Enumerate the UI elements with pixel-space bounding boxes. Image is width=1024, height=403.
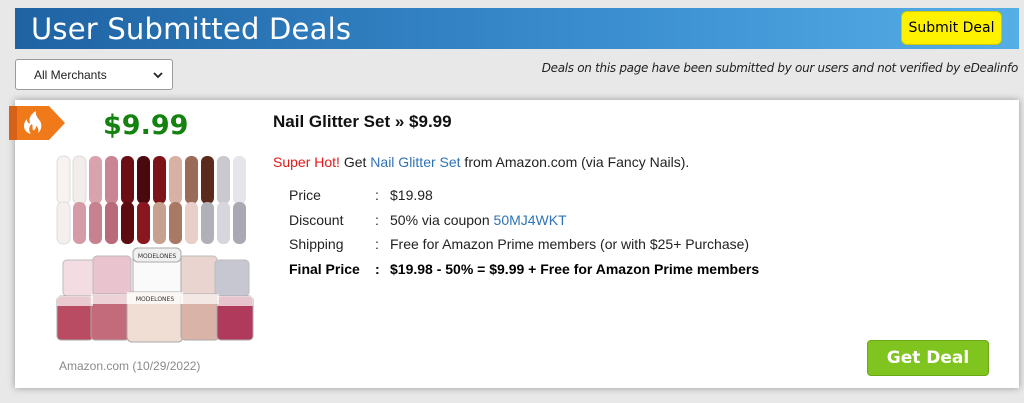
separator: :: [375, 260, 380, 277]
deal-card: $9.99 MODELONES MODELONES Amazon.com (10…: [9, 100, 1019, 388]
submit-deal-button[interactable]: Submit Deal: [901, 11, 1002, 45]
shipping-label: Shipping: [289, 236, 344, 252]
header-banner: User Submitted Deals Submit Deal: [15, 8, 1019, 49]
chevron-down-icon: [153, 72, 163, 79]
discount-value: 50% via coupon 50MJ4WKT: [390, 212, 567, 228]
separator: :: [375, 211, 379, 228]
final-price-label: Final Price: [289, 260, 360, 277]
flame-icon: [9, 106, 65, 140]
product-brand-label-2: MODELONES: [136, 296, 174, 303]
desc-rest-text: from Amazon.com (via Fancy Nails).: [460, 154, 690, 170]
deal-title[interactable]: Nail Glitter Set » $9.99: [273, 112, 452, 132]
store-date: Amazon.com (10/29/2022): [59, 359, 201, 373]
get-deal-button[interactable]: Get Deal: [867, 340, 989, 376]
separator: :: [375, 236, 379, 252]
price-label: Price: [289, 187, 321, 203]
disclaimer-text: Deals on this page have been submitted b…: [541, 61, 1019, 75]
discount-text: 50% via coupon: [390, 211, 494, 228]
final-price-value: $19.98 - 50% = $9.99 + Free for Amazon P…: [390, 260, 760, 277]
merchant-select[interactable]: All Merchants: [15, 59, 173, 90]
discount-label: Discount: [289, 211, 344, 228]
merchant-select-value: All Merchants: [34, 67, 107, 82]
separator: :: [375, 187, 379, 203]
press-on-nails-top-row: [56, 155, 246, 205]
page-title: User Submitted Deals: [31, 12, 352, 46]
product-link[interactable]: Nail Glitter Set: [370, 154, 460, 170]
shipping-value: Free for Amazon Prime members (or with $…: [390, 236, 750, 252]
press-on-nails-bottom-row: [56, 201, 246, 245]
product-brand-label: MODELONES: [138, 253, 176, 260]
desc-get-text: Get: [339, 154, 371, 170]
powder-jars: [56, 247, 254, 343]
price-value: $19.98: [390, 187, 433, 203]
super-hot-label: Super Hot!: [273, 154, 340, 170]
deal-description: Super Hot! Get Nail Glitter Set from Ama…: [273, 154, 689, 170]
deal-price: $9.99: [103, 110, 189, 141]
coupon-code-link[interactable]: 50MJ4WKT: [494, 212, 567, 228]
product-image[interactable]: MODELONES MODELONES: [49, 152, 263, 348]
